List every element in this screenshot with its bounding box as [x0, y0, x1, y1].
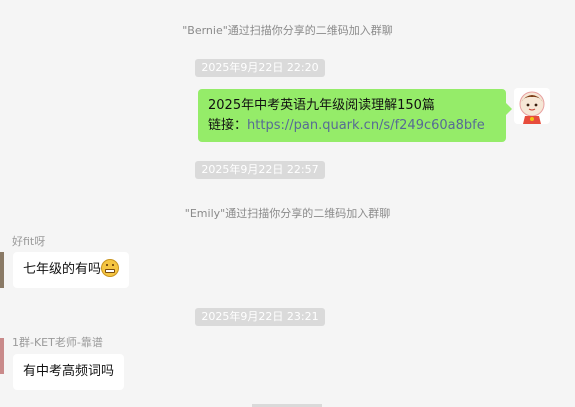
link-label: 链接： — [208, 118, 248, 133]
message-link-line: 链接：https://pan.quark.cn/s/f249c60a8bfe — [208, 116, 496, 136]
message-text: 2025年中考英语九年级阅读理解150篇 — [208, 98, 435, 113]
sender-name: 好fit呀 — [12, 235, 46, 248]
system-message-join: "Bernie"通过扫描你分享的二维码加入群聊 — [182, 24, 393, 37]
sender-name: 1群-KET老师-靠谱 — [12, 336, 103, 349]
grinning-face-icon — [101, 259, 120, 277]
member-avatar[interactable] — [0, 338, 4, 374]
message-link[interactable]: https://pan.quark.cn/s/f249c60a8bfe — [247, 118, 485, 133]
message-bubble[interactable]: 七年级的有吗 — [13, 252, 130, 288]
timestamp: 2025年9月22日 23:21 — [195, 308, 325, 326]
own-avatar[interactable] — [514, 88, 550, 124]
own-message-bubble[interactable]: 2025年中考英语九年级阅读理解150篇 链接：https://pan.quar… — [198, 89, 512, 142]
member-avatar[interactable] — [0, 252, 4, 288]
message-text: 七年级的有吗 — [23, 262, 102, 277]
system-message-join: "Emily"通过扫描你分享的二维码加入群聊 — [184, 207, 391, 220]
message-bubble[interactable]: 有中考高频词吗 — [13, 354, 125, 390]
timestamp: 2025年9月22日 22:57 — [195, 161, 325, 179]
cartoon-girl-avatar-icon — [514, 88, 550, 124]
message-text: 有中考高频词吗 — [23, 364, 115, 379]
timestamp: 2025年9月22日 22:20 — [195, 59, 325, 77]
